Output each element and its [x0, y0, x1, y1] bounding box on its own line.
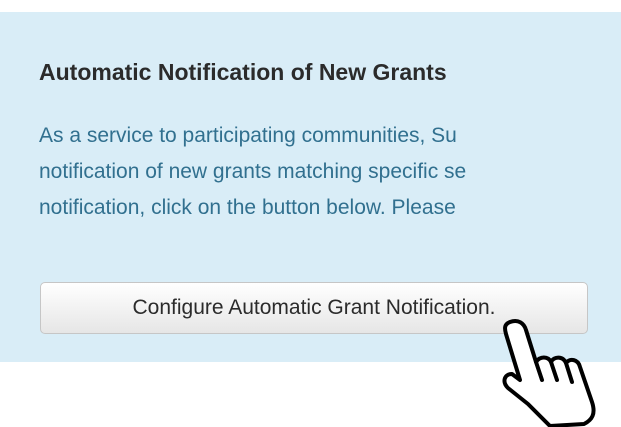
description-line: As a service to participating communitie… — [39, 124, 457, 147]
hand-pointer-icon — [502, 319, 596, 427]
description-line: notification, click on the button below.… — [39, 196, 456, 219]
description-line: notification of new grants matching spec… — [39, 160, 467, 183]
panel-description: As a service to participating communitie… — [39, 118, 621, 226]
panel-heading: Automatic Notification of New Grants — [39, 59, 447, 85]
grant-notification-panel: Automatic Notification of New Grants As … — [0, 12, 621, 362]
